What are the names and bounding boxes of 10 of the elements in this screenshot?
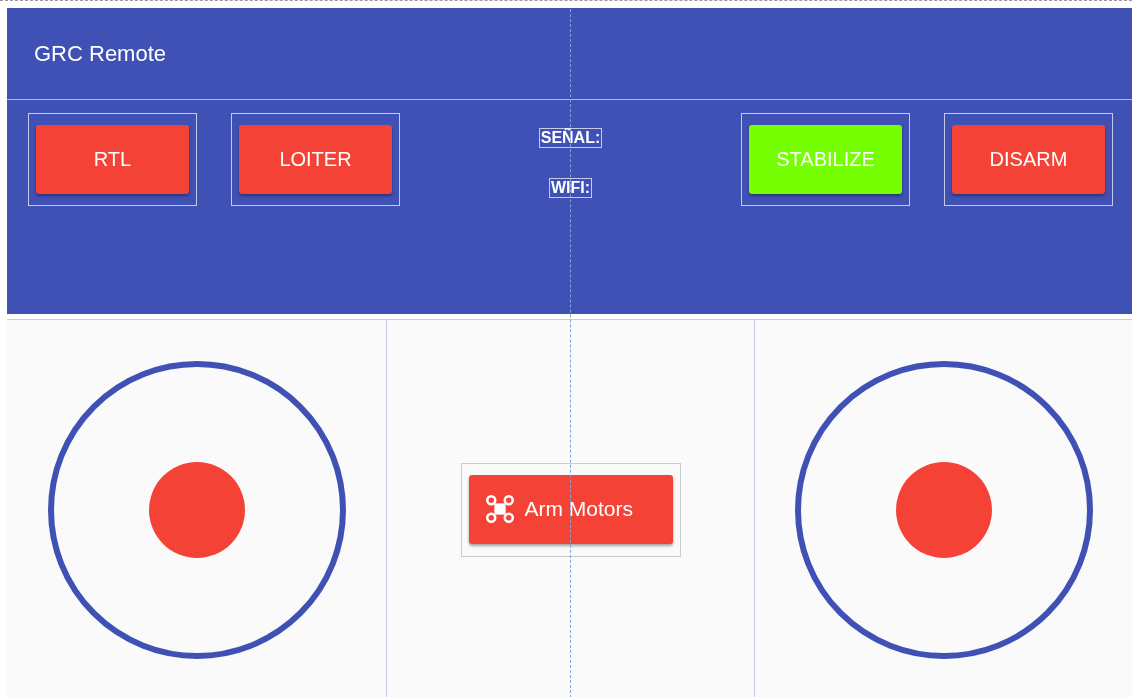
mode-button[interactable]: DISARM xyxy=(952,125,1105,194)
mode-button[interactable]: LOITER xyxy=(239,125,392,194)
arm-motors-button[interactable]: Arm Motors xyxy=(468,474,673,544)
status-label: WIFI: xyxy=(548,178,593,198)
joystick-drawing[interactable] xyxy=(46,359,347,660)
drone-icon xyxy=(484,494,515,524)
joystick-drawing[interactable] xyxy=(793,359,1094,660)
mode-button[interactable]: RTL xyxy=(36,125,189,194)
app-title: GRC Remote xyxy=(34,40,167,67)
status-label: SEÑAL: xyxy=(538,128,603,148)
